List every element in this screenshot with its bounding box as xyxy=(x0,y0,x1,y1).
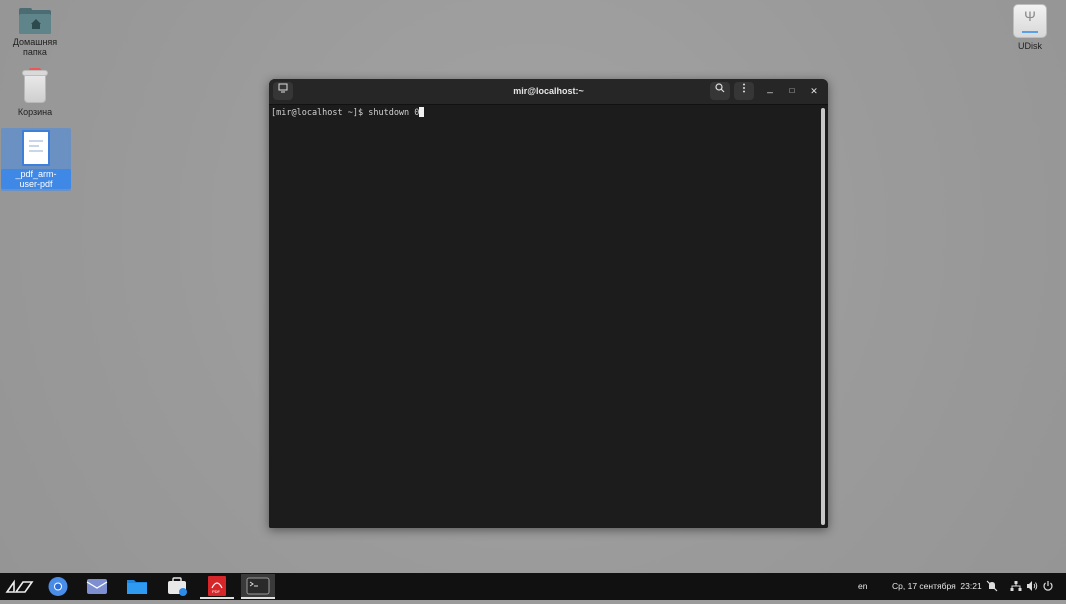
start-menu-icon xyxy=(5,579,34,593)
volume-icon[interactable] xyxy=(1026,580,1038,592)
document-icon xyxy=(22,130,50,166)
start-menu-button[interactable] xyxy=(2,574,36,599)
minimize-button[interactable]: _ xyxy=(760,80,780,98)
briefcase-icon xyxy=(168,577,187,596)
trash-label: Корзина xyxy=(17,107,53,117)
home-folder-icon[interactable]: Домашняя папка xyxy=(0,2,70,57)
maximize-button[interactable]: □ xyxy=(782,82,802,100)
udisk-icon[interactable]: Ψ UDisk xyxy=(995,4,1065,51)
menu-button[interactable] xyxy=(734,82,754,100)
chromium-launcher[interactable] xyxy=(41,574,75,599)
close-button[interactable]: ✕ xyxy=(804,82,824,100)
search-button[interactable] xyxy=(710,82,730,100)
taskbar: PDF en Ср, 17 сентября 23:21 xyxy=(0,573,1066,600)
terminal-launcher[interactable] xyxy=(241,574,275,599)
power-icon[interactable] xyxy=(1042,580,1054,592)
desktop: Домашняя папка Корзина _pdf_arm-user-pdf… xyxy=(0,0,1066,573)
pdf-icon xyxy=(208,576,226,596)
trash-bin-icon xyxy=(22,68,48,104)
terminal-titlebar[interactable]: mir@localhost:~ _ □ ✕ xyxy=(269,79,828,105)
notifications-off-icon[interactable] xyxy=(986,580,998,592)
scrollbar[interactable] xyxy=(821,108,825,525)
home-folder-label: Домашняя папка xyxy=(12,37,58,57)
mail-launcher[interactable] xyxy=(80,574,114,599)
usb-drive-icon: Ψ xyxy=(1013,4,1047,38)
terminal-icon xyxy=(246,577,270,595)
pdf-file-icon[interactable]: _pdf_arm-user-pdf xyxy=(1,128,71,191)
file-manager-launcher[interactable] xyxy=(120,574,154,599)
network-icon[interactable] xyxy=(1010,580,1022,592)
pdf-file-label: _pdf_arm-user-pdf xyxy=(1,169,71,189)
command-line: [mir@localhost ~]$ shutdown 0 xyxy=(271,108,420,118)
keyboard-layout[interactable]: en xyxy=(858,581,867,591)
chromium-icon xyxy=(48,577,68,596)
terminal-content[interactable]: [mir@localhost ~]$ shutdown 0 xyxy=(269,105,828,528)
pdf-badge: PDF xyxy=(212,589,220,594)
folder-icon xyxy=(127,580,147,594)
udisk-label: UDisk xyxy=(1018,41,1042,51)
terminal-window[interactable]: mir@localhost:~ _ □ ✕ [mir@localhost ~]$… xyxy=(269,79,828,528)
pdf-viewer-launcher[interactable]: PDF xyxy=(200,574,234,599)
terminal-prompt: [mir@localhost ~]$ shutdown 0 xyxy=(271,107,425,118)
mail-icon xyxy=(86,579,108,594)
search-icon xyxy=(715,83,725,93)
text-cursor xyxy=(419,107,425,117)
date-time[interactable]: Ср, 17 сентября 23:21 xyxy=(892,581,982,591)
folder-icon xyxy=(19,8,51,34)
trash-icon[interactable]: Корзина xyxy=(0,68,70,117)
kebab-menu-icon xyxy=(743,83,745,93)
app-store-launcher[interactable] xyxy=(160,574,194,599)
